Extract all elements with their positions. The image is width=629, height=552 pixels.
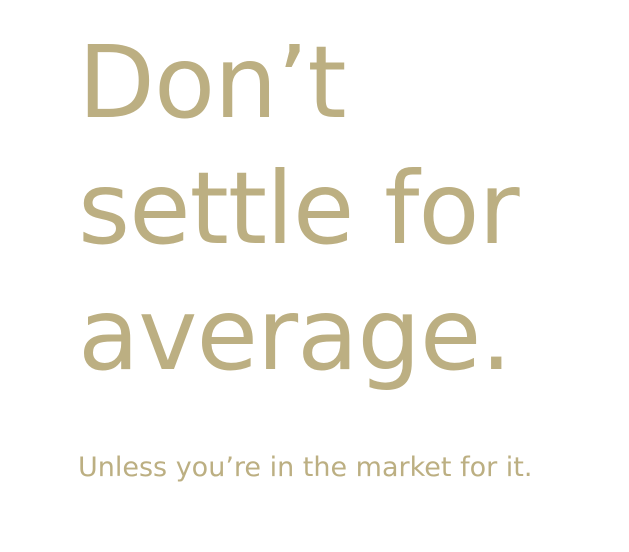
hero-section: Don’t settle for average. [78, 20, 618, 398]
headline: Don’t settle for average. [78, 20, 618, 398]
subheadline: Unless you’re in the market for it. [78, 452, 533, 483]
headline-line-1: Don’t [78, 24, 347, 141]
headline-line-2: settle for [78, 150, 520, 267]
headline-line-3: average. [78, 276, 512, 393]
